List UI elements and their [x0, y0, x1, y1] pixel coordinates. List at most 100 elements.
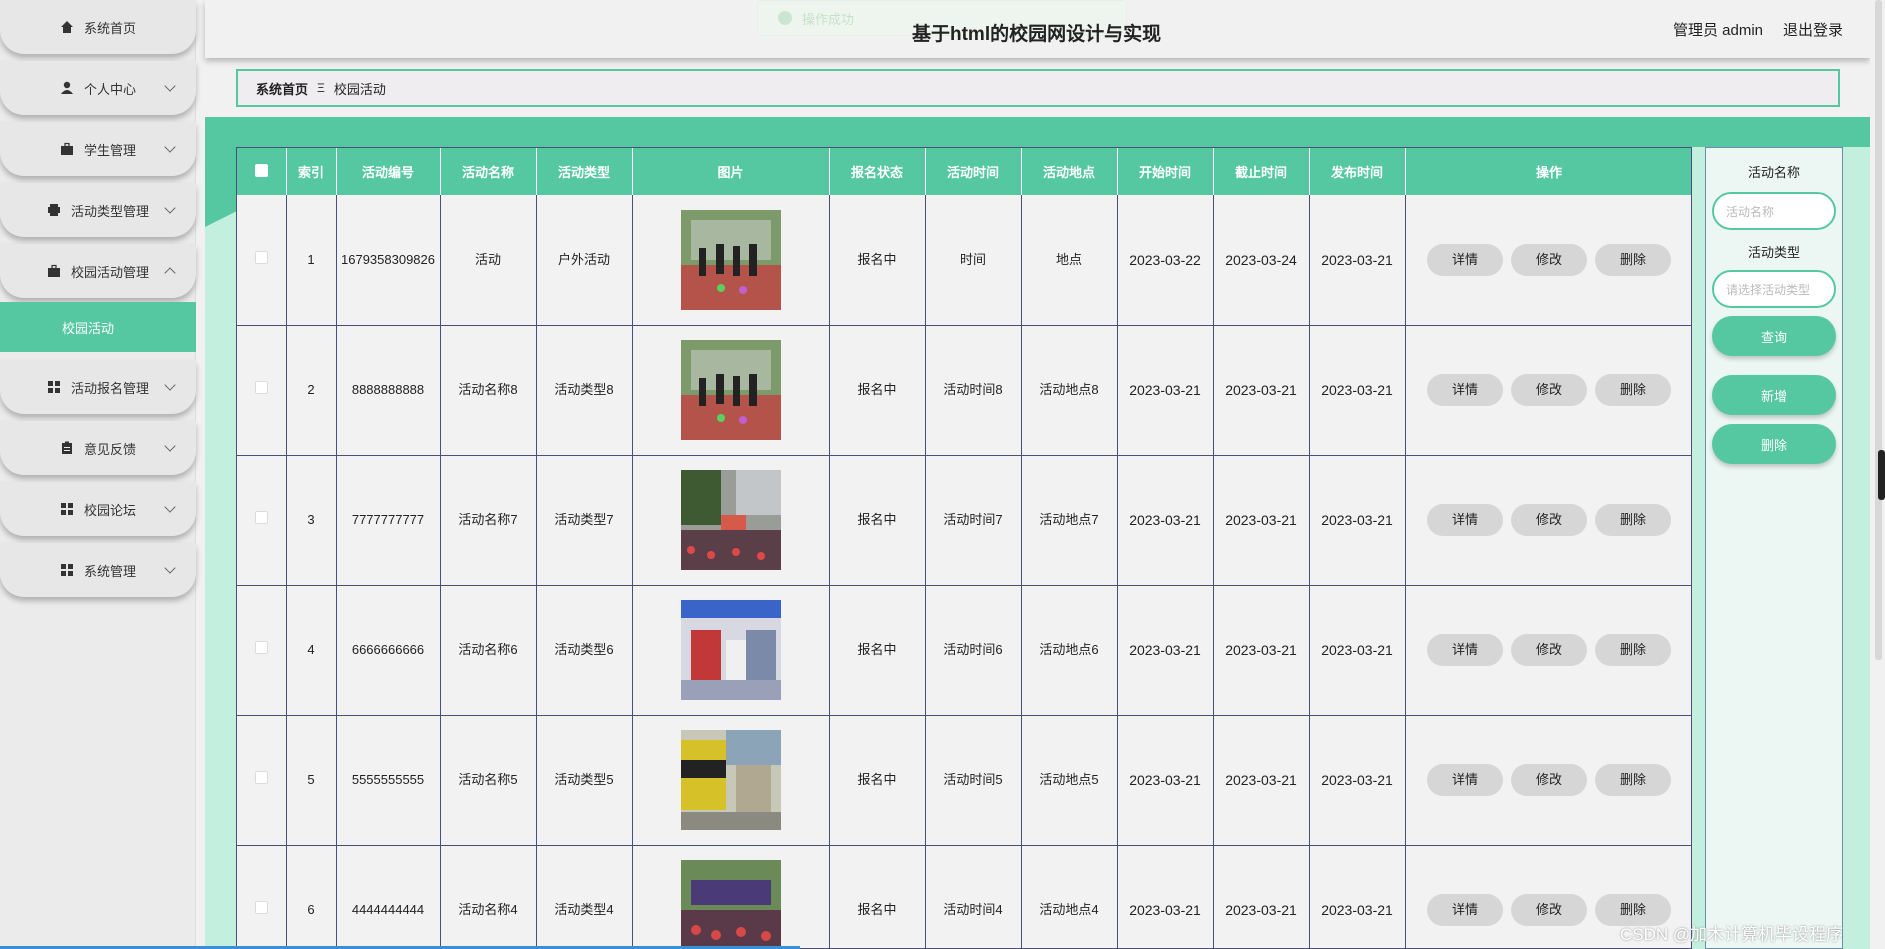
chevron-up-icon — [164, 267, 176, 279]
type-cell: 活动类型7 — [536, 455, 633, 586]
column-header: 报名状态 — [829, 148, 926, 195]
time-cell: 时间 — [925, 195, 1022, 326]
activity-type-label: 活动类型 — [1747, 245, 1800, 260]
row-checkbox[interactable] — [254, 381, 268, 394]
sidebar-item-label: 学生管理 — [83, 142, 136, 158]
start-date-cell: 2023-03-21 — [1117, 455, 1214, 586]
briefcase-icon — [47, 264, 60, 277]
detail-button[interactable]: 详情 — [1427, 504, 1503, 536]
sidebar-item-home[interactable]: 系统首页 — [0, 0, 196, 54]
index-cell: 5 — [286, 715, 337, 846]
row-checkbox[interactable] — [254, 250, 268, 264]
sidebar-item-label: 校园论坛 — [83, 502, 136, 518]
scrollbar-thumb[interactable] — [1878, 450, 1885, 500]
detail-button[interactable]: 详情 — [1427, 374, 1503, 406]
query-button[interactable]: 查询 — [1712, 316, 1836, 356]
activity-type-select[interactable]: 请选择活动类型 — [1712, 270, 1836, 308]
end-date-cell: 2023-03-24 — [1213, 195, 1310, 326]
delete-button[interactable]: 删除 — [1595, 764, 1671, 796]
sports-game-photo — [680, 340, 781, 440]
delete-button[interactable]: 删除 — [1595, 504, 1671, 536]
activity-name-label: 活动名称 — [1747, 165, 1800, 180]
activity-name-input[interactable]: 活动名称 — [1712, 192, 1836, 230]
delete-button[interactable]: 删除 — [1595, 374, 1671, 406]
table-row: 3 7777777777 活动名称7 活动类型7 报名中 活动时间7 活动地点7 2023-0… — [237, 455, 1691, 586]
sidebar-item-campus-activities[interactable]: 校园活动管理 — [0, 244, 196, 298]
row-select-cell[interactable] — [237, 585, 287, 716]
index-cell: 4 — [286, 585, 337, 716]
time-cell: 活动时间7 — [925, 455, 1022, 586]
row-select-cell[interactable] — [237, 325, 287, 456]
row-select-cell[interactable] — [237, 455, 287, 586]
clipboard-icon — [61, 441, 72, 454]
actions-cell: 详情 修改 删除 — [1405, 455, 1691, 586]
publish-date-cell: 2023-03-21 — [1309, 455, 1406, 586]
decor-stripe — [205, 117, 1870, 147]
end-date-cell: 2023-03-21 — [1213, 715, 1310, 846]
delete-button[interactable]: 删除 — [1595, 243, 1671, 276]
sidebar-item-personal[interactable]: 个人中心 — [0, 61, 196, 115]
detail-button[interactable]: 详情 — [1427, 764, 1503, 796]
edit-button[interactable]: 修改 — [1511, 894, 1587, 926]
edit-button[interactable]: 修改 — [1511, 764, 1587, 796]
detail-button[interactable]: 详情 — [1427, 634, 1503, 666]
chevron-down-icon — [164, 80, 176, 92]
sidebar-item-feedback[interactable]: 意见反馈 — [0, 421, 196, 475]
table-row: 1 1679358309826 活动 户外活动 报名中 时间 地点 2023-03-22 202… — [237, 195, 1691, 326]
delete-button[interactable]: 删除 — [1595, 634, 1671, 666]
sidebar-item-registrations[interactable]: 活动报名管理 — [0, 360, 196, 414]
column-header: 活动类型 — [536, 148, 633, 195]
actions-cell: 详情 修改 删除 — [1405, 715, 1691, 846]
place-cell: 活动地点6 — [1021, 585, 1118, 716]
edit-button[interactable]: 修改 — [1511, 374, 1587, 406]
sidebar-item-system[interactable]: 系统管理 — [0, 543, 196, 597]
sidebar-item-label: 系统首页 — [83, 20, 136, 36]
row-checkbox[interactable] — [254, 901, 268, 914]
breadcrumb-current: 校园活动 — [333, 81, 386, 97]
table-row: 5 5555555555 活动名称5 活动类型5 报名中 活动时间5 活动地点5 2023-0… — [237, 715, 1691, 846]
site-title: 基于html的校园网设计与实现 — [912, 24, 1162, 45]
sidebar-item-label: 活动报名管理 — [70, 380, 149, 396]
row-select-cell[interactable] — [237, 845, 287, 948]
status-cell: 报名中 — [829, 325, 926, 456]
sidebar-subitem-label: 校园活动 — [61, 320, 114, 336]
batch-delete-button[interactable]: 删除 — [1712, 424, 1836, 464]
sidebar-item-students[interactable]: 学生管理 — [0, 122, 196, 176]
breadcrumb-home[interactable]: 系统首页 — [256, 79, 308, 98]
grid-icon — [47, 381, 60, 393]
logout-link[interactable]: 退出登录 — [1783, 19, 1843, 40]
sidebar-item-activity-types[interactable]: 活动类型管理 — [0, 183, 196, 237]
chevron-down-icon — [164, 202, 176, 214]
sidebar-item-label: 系统管理 — [83, 563, 136, 579]
type-cell: 活动类型5 — [536, 715, 633, 846]
edit-button[interactable]: 修改 — [1511, 504, 1587, 536]
publish-date-cell: 2023-03-21 — [1309, 845, 1406, 948]
select-all-cell[interactable] — [237, 148, 287, 195]
row-checkbox[interactable] — [254, 641, 268, 654]
add-button[interactable]: 新增 — [1712, 375, 1836, 415]
home-icon — [60, 21, 73, 33]
briefcase-icon — [60, 142, 73, 155]
edit-button[interactable]: 修改 — [1511, 243, 1587, 276]
row-checkbox[interactable] — [254, 511, 268, 524]
column-header: 索引 — [286, 148, 337, 195]
sidebar-subitem-campus-activity[interactable]: 校园活动 — [0, 302, 196, 352]
edit-button[interactable]: 修改 — [1511, 634, 1587, 666]
row-checkbox[interactable] — [254, 771, 268, 784]
row-select-cell[interactable] — [237, 195, 287, 326]
start-date-cell: 2023-03-21 — [1117, 585, 1214, 716]
start-date-cell: 2023-03-21 — [1117, 845, 1214, 948]
row-select-cell[interactable] — [237, 715, 287, 846]
column-header: 活动地点 — [1021, 148, 1118, 195]
type-cell: 活动类型6 — [536, 585, 633, 716]
index-cell: 2 — [286, 325, 337, 456]
detail-button[interactable]: 详情 — [1427, 243, 1503, 276]
time-cell: 活动时间4 — [925, 845, 1022, 948]
detail-button[interactable]: 详情 — [1427, 894, 1503, 926]
column-header: 图片 — [632, 148, 830, 195]
image-cell — [632, 195, 830, 326]
chevron-down-icon — [164, 440, 176, 452]
sidebar-item-forum[interactable]: 校园论坛 — [0, 482, 196, 536]
select-all-checkbox[interactable] — [254, 163, 268, 177]
check-circle-icon — [778, 11, 792, 25]
